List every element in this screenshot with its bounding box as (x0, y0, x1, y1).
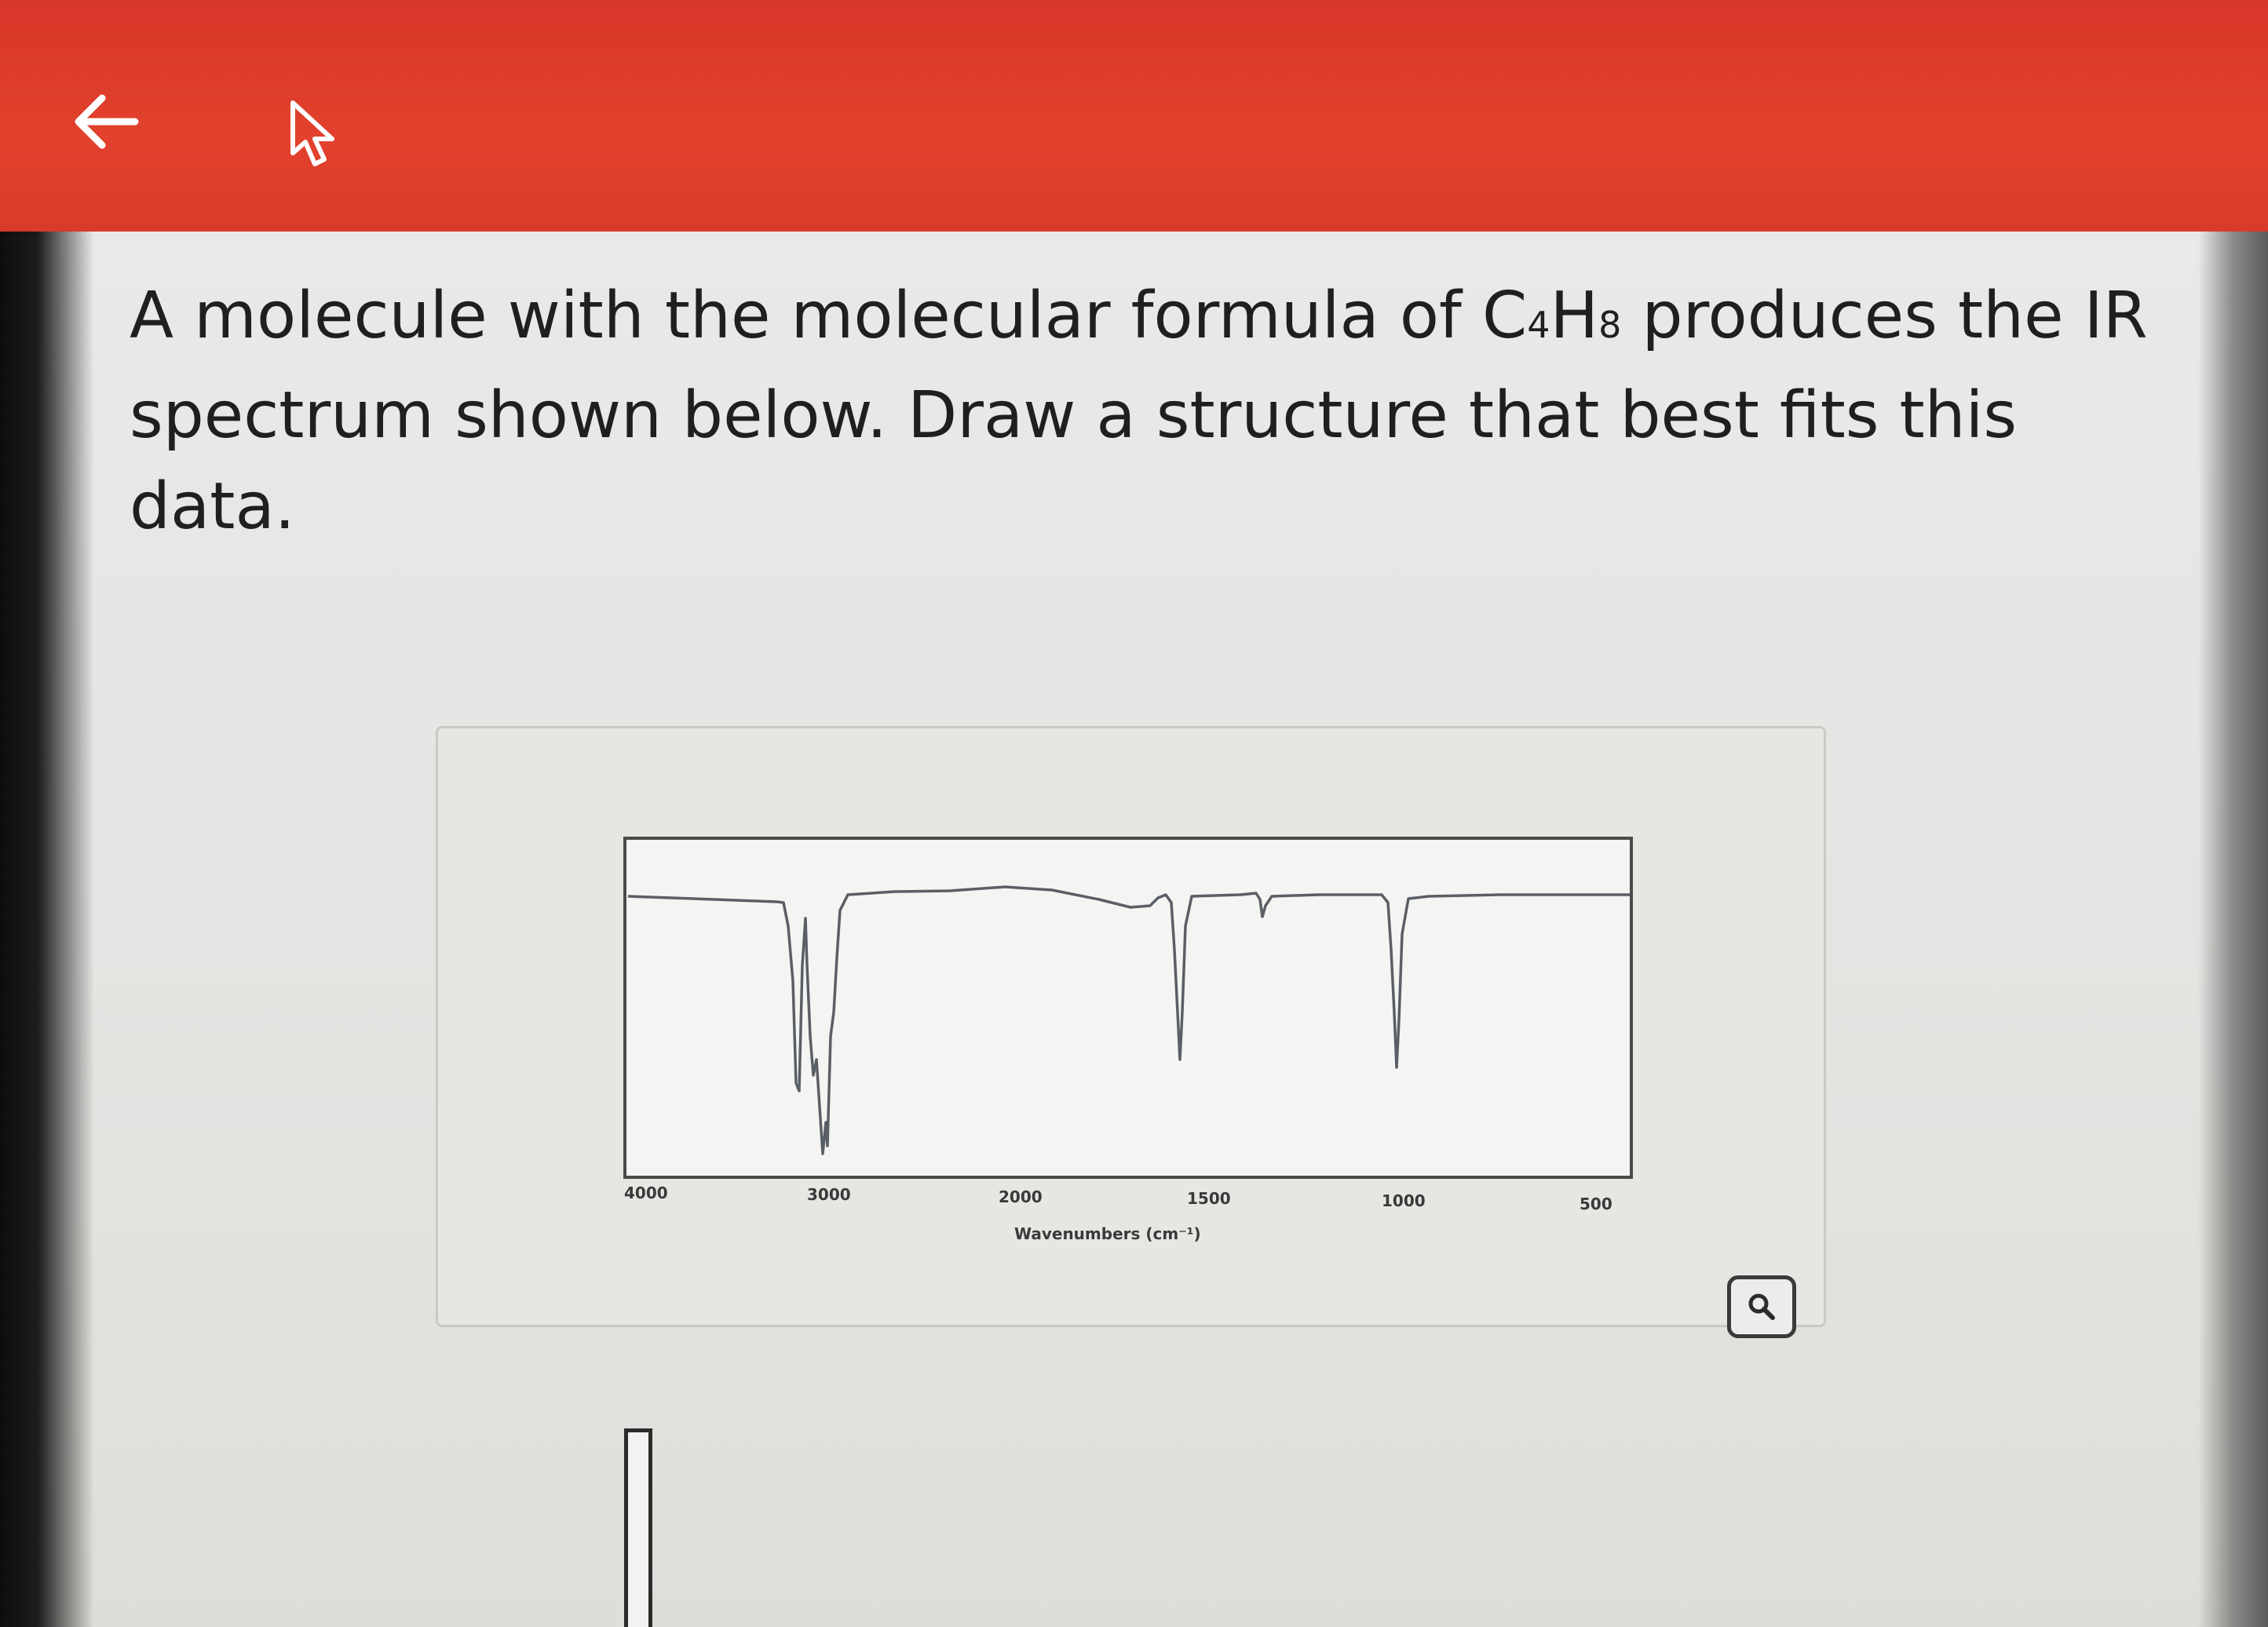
tick-label-3000: 3000 (807, 1185, 851, 1204)
screen-bezel-right (2198, 232, 2268, 1627)
screen: A molecule with the molecular formula of… (0, 0, 2268, 1627)
zoom-button[interactable] (1727, 1275, 1796, 1338)
back-button[interactable] (63, 78, 149, 165)
tick-label-500: 500 (1580, 1195, 1612, 1213)
arrow-left-icon (75, 94, 139, 149)
mouse-pointer-icon (290, 100, 334, 166)
subscript-8: 8 (1598, 304, 1622, 346)
tick-label-2000: 2000 (999, 1187, 1043, 1206)
subscript-4: 4 (1527, 304, 1550, 346)
answer-drawing-area[interactable] (624, 1428, 652, 1627)
ir-spectrum (623, 837, 1633, 1179)
tick-label-4000: 4000 (624, 1184, 668, 1202)
top-bar (0, 0, 2268, 232)
tick-label-1500: 1500 (1187, 1189, 1231, 1208)
question-text: A molecule with the molecular formula of… (130, 271, 2202, 553)
spectrum-frame (623, 837, 1633, 1179)
x-axis-label: Wavenumbers (cm⁻¹) (1014, 1224, 1201, 1243)
magnifier-icon (1748, 1293, 1775, 1320)
question-part-2: H (1550, 279, 1599, 353)
question-part-1: A molecule with the molecular formula of… (130, 279, 1528, 353)
tick-label-1000: 1000 (1382, 1191, 1426, 1210)
screen-bezel-left (0, 232, 94, 1627)
